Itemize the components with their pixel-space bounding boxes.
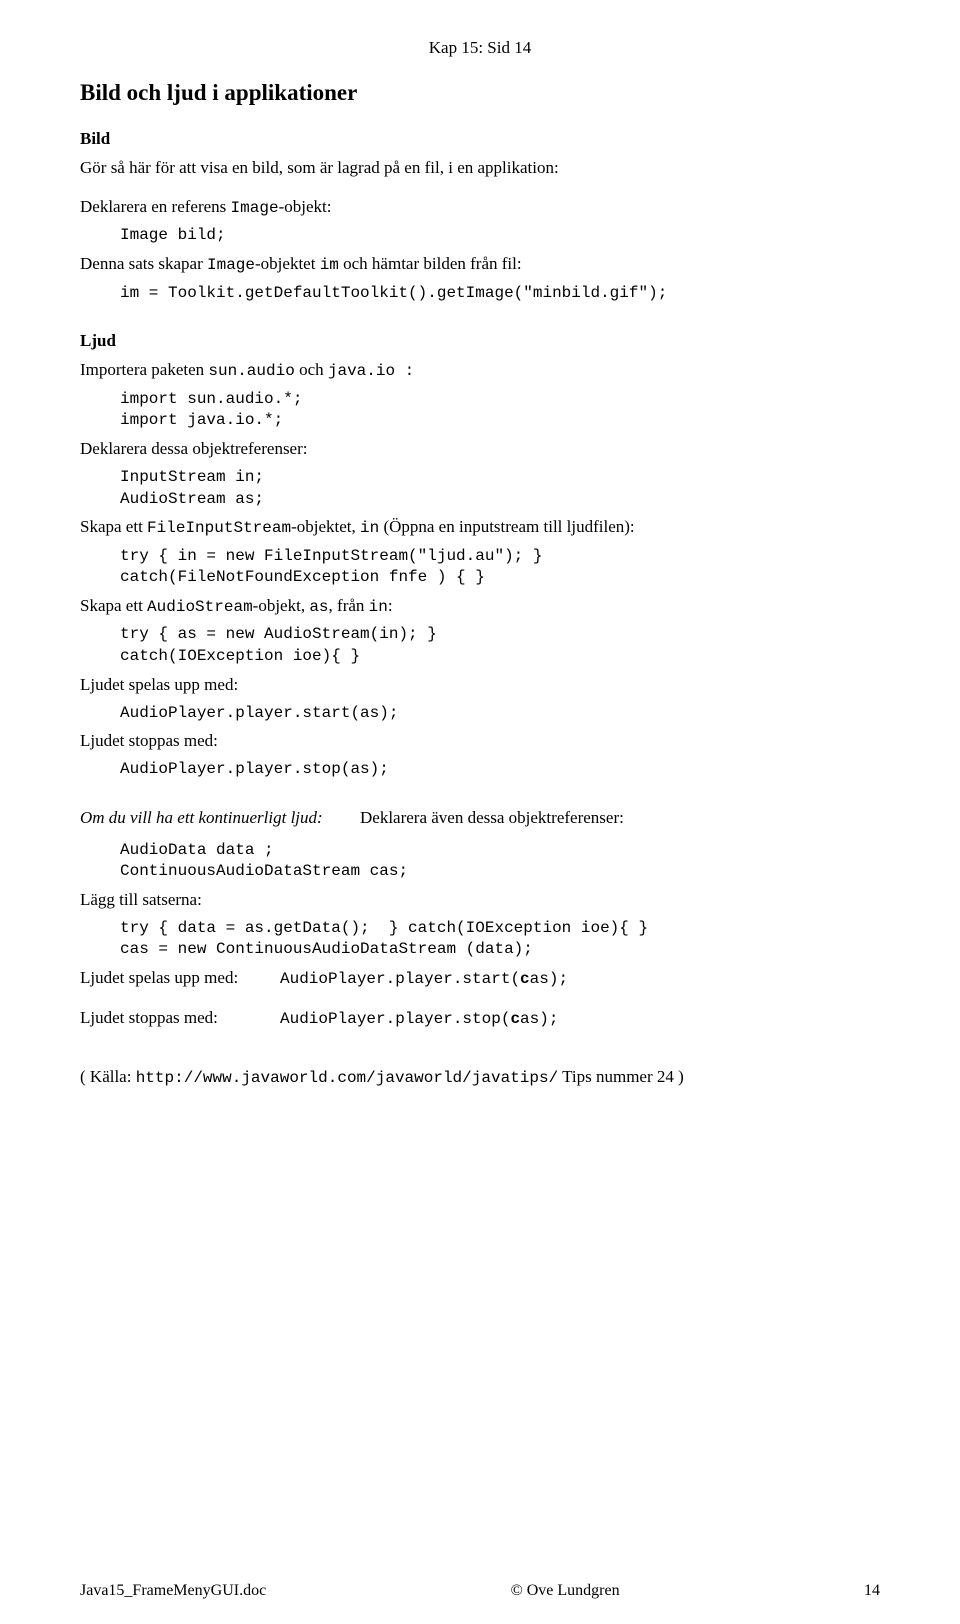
ljud-fis: Skapa ett FileInputStream-objektet, in (… xyxy=(80,516,880,540)
page: Kap 15: Sid 14 Bild och ljud i applikati… xyxy=(0,0,960,1624)
bild-decl: Deklarera en referens Image-objekt: xyxy=(80,196,880,220)
code-block: Image bild; xyxy=(80,225,880,247)
text: och xyxy=(295,360,328,379)
code-inline: FileInputStream xyxy=(147,519,291,537)
code-block: try { in = new FileInputStream("ljud.au"… xyxy=(80,546,880,589)
text: och hämtar bilden från fil: xyxy=(339,254,522,273)
ljud-play: Ljudet spelas upp med: xyxy=(80,674,880,697)
cont-stop-label: Ljudet stoppas med: xyxy=(80,1007,280,1030)
code-inline: sun.audio xyxy=(208,362,294,380)
code-block: AudioPlayer.player.stop(as); xyxy=(80,759,880,781)
cont-stop-row: Ljudet stoppas med:AudioPlayer.player.st… xyxy=(80,1007,880,1031)
text: Deklarera en referens xyxy=(80,197,231,216)
text: Skapa ett xyxy=(80,596,147,615)
code-inline: Image xyxy=(207,256,255,274)
code-block: AudioPlayer.player.start(as); xyxy=(80,703,880,725)
ljud-heading: Ljud xyxy=(80,330,880,353)
page-header: Kap 15: Sid 14 xyxy=(80,38,880,58)
ljud-import: Importera paketen sun.audio och java.io … xyxy=(80,359,880,383)
source-pre: ( Källa: xyxy=(80,1067,136,1086)
source-line: ( Källa: http://www.javaworld.com/javawo… xyxy=(80,1066,880,1090)
ljud-stop: Ljudet stoppas med: xyxy=(80,730,880,753)
code-block: InputStream in; AudioStream as; xyxy=(80,467,880,510)
code-inline: java.io : xyxy=(328,362,414,380)
code-block: try { data = as.getData(); } catch(IOExc… xyxy=(80,918,880,961)
text: (Öppna en inputstream till ljudfilen): xyxy=(379,517,634,536)
text: -objektet, xyxy=(291,517,360,536)
bild-create: Denna sats skapar Image-objektet im och … xyxy=(80,253,880,277)
code-inline: in xyxy=(360,519,379,537)
cont-play-row: Ljudet spelas upp med:AudioPlayer.player… xyxy=(80,967,880,991)
text: : xyxy=(388,596,393,615)
cont-intro-left: Om du vill ha ett kontinuerligt ljud: xyxy=(80,807,360,830)
source-url: http://www.javaworld.com/javaworld/javat… xyxy=(136,1069,558,1087)
code-inline: as xyxy=(309,598,328,616)
cont-intro-right: Deklarera även dessa objektreferenser: xyxy=(360,807,880,830)
footer-center: © Ove Lundgren xyxy=(511,1582,620,1600)
text: Skapa ett xyxy=(80,517,147,536)
text: -objekt, xyxy=(253,596,310,615)
ljud-decl: Deklarera dessa objektreferenser: xyxy=(80,438,880,461)
footer: Java15_FrameMenyGUI.doc © Ove Lundgren 1… xyxy=(80,1582,880,1600)
cont-add: Lägg till satserna: xyxy=(80,889,880,912)
footer-left: Java15_FrameMenyGUI.doc xyxy=(80,1582,266,1600)
cont-play-label: Ljudet spelas upp med: xyxy=(80,967,280,990)
source-post: Tips nummer 24 ) xyxy=(558,1067,684,1086)
bild-intro: Gör så här för att visa en bild, som är … xyxy=(80,157,880,180)
text: -objektet xyxy=(255,254,320,273)
code-inline: Image xyxy=(231,199,279,217)
ljud-as: Skapa ett AudioStream-objekt, as, från i… xyxy=(80,595,880,619)
code-inline: AudioPlayer.player.stop(cas); xyxy=(280,1010,558,1028)
code-block: AudioData data ; ContinuousAudioDataStre… xyxy=(80,840,880,883)
code-block: im = Toolkit.getDefaultToolkit().getImag… xyxy=(80,283,880,305)
text: Denna sats skapar xyxy=(80,254,207,273)
code-block: try { as = new AudioStream(in); } catch(… xyxy=(80,624,880,667)
text: , från xyxy=(329,596,369,615)
cont-intro-row: Om du vill ha ett kontinuerligt ljud: De… xyxy=(80,807,880,836)
code-inline: in xyxy=(369,598,388,616)
title: Bild och ljud i applikationer xyxy=(80,80,880,106)
text: Importera paketen xyxy=(80,360,208,379)
code-inline: AudioPlayer.player.start(cas); xyxy=(280,970,568,988)
bild-heading: Bild xyxy=(80,128,880,151)
code-inline: im xyxy=(320,256,339,274)
footer-right: 14 xyxy=(864,1582,880,1600)
code-inline: AudioStream xyxy=(147,598,253,616)
code-block: import sun.audio.*; import java.io.*; xyxy=(80,389,880,432)
text: -objekt: xyxy=(279,197,332,216)
